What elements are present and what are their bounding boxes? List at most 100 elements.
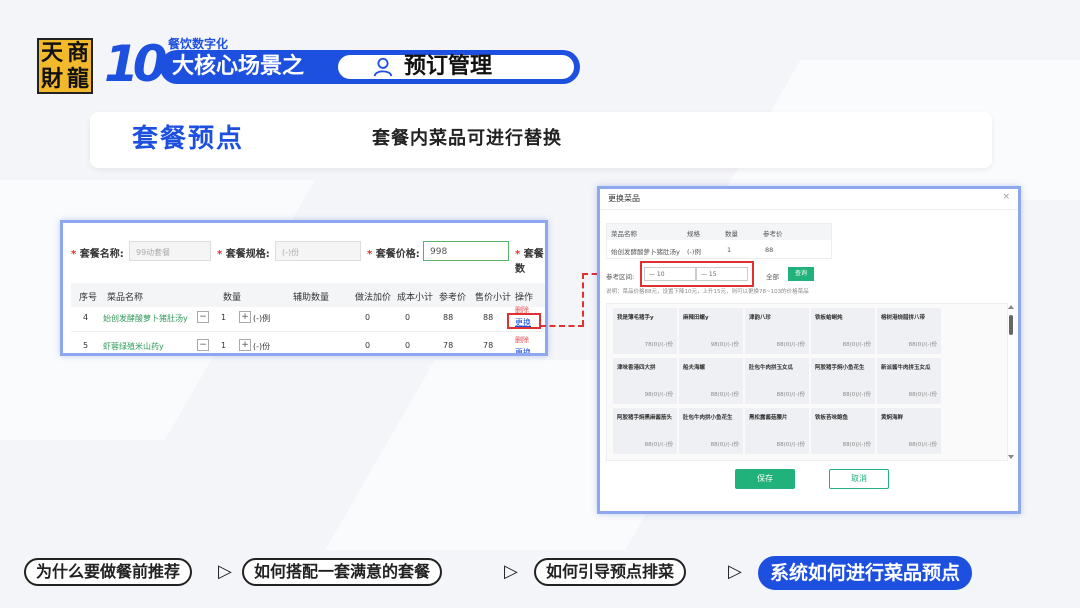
nav-step-1[interactable]: 为什么要做餐前推荐: [24, 558, 193, 586]
quantity-value[interactable]: 1: [221, 341, 226, 350]
dish-price: 88(0)/(-)份: [776, 342, 805, 348]
dish-card[interactable]: 黑松露酱菇腰片 88(0)/(-)份: [745, 408, 809, 454]
cost-subtotal: 0: [405, 341, 411, 350]
dish-name: 阿胶猪手焖黑麻酱筋头: [617, 415, 673, 421]
column-header: 操作: [515, 293, 534, 303]
nav-step-4[interactable]: 系统如何进行菜品预点: [758, 556, 973, 590]
cancel-button[interactable]: 取消: [829, 469, 889, 489]
dish-name: 津韵八珍: [749, 315, 772, 321]
dish-card[interactable]: 阿胶猪手焖黑麻酱筋头 88(0)/(-)份: [613, 408, 677, 454]
dish-price: 88(0)/(-)份: [908, 392, 937, 398]
arrow-right-icon: ▷: [218, 561, 232, 582]
dish-card[interactable]: 黄焖海鲜 88(0)/(-)份: [877, 408, 941, 454]
dish-card[interactable]: 榕树港烧腊拼八带 88(0)/(-)份: [877, 308, 941, 354]
dish-name-link[interactable]: 虾蓉绿殖米山药y: [103, 341, 164, 352]
save-button[interactable]: 保存: [735, 469, 795, 489]
field-label-package-spec: * 套餐规格:: [217, 249, 270, 260]
nav-step-3[interactable]: 如何引导预点排菜: [534, 558, 687, 586]
dish-price: 88(0)/(-)份: [644, 442, 673, 448]
dish-price: 88(0)/(-)份: [842, 342, 871, 348]
dish-name: 津味香港四大拼: [617, 365, 656, 371]
connector-line: [582, 273, 584, 326]
dish-price: 98(0)/(-)份: [710, 342, 739, 348]
query-button[interactable]: 查询: [788, 267, 814, 281]
column-header: 序号: [79, 293, 98, 303]
dish-price: 78(0)/(-)份: [644, 342, 673, 348]
close-icon[interactable]: ×: [1002, 192, 1010, 202]
dish-card[interactable]: 麻辣田螺y 98(0)/(-)份: [679, 308, 743, 354]
column-header: 做法加价: [355, 293, 392, 303]
sale-subtotal: 88: [483, 313, 494, 322]
column-header: 菜品名称: [107, 293, 144, 303]
table-cell: 88: [765, 246, 774, 254]
logo-char: 財: [40, 66, 63, 92]
highlight-box: [640, 261, 754, 287]
extra-price: 0: [365, 341, 371, 350]
dish-card[interactable]: 津味香港四大拼 98(0)/(-)份: [613, 358, 677, 404]
hint-text: 说明：菜品价格88元，设置下降10元，上升15元，则可以更换78~103的价格菜…: [606, 289, 809, 295]
dish-price: 88(0)/(-)份: [710, 442, 739, 448]
delete-link[interactable]: 删除: [515, 335, 529, 345]
dish-name: 榕树港烧腊拼八带: [881, 315, 926, 321]
replace-dish-dialog: 更换菜品 × 菜品名称 规格 数量 参考价 始创发酵酸萝卜猪肚汤y (-)例 1…: [597, 186, 1021, 514]
highlight-box: [507, 313, 541, 329]
range-label: 参考区间:: [606, 273, 635, 281]
sale-subtotal: 78: [483, 341, 494, 350]
header-tag: 餐饮数字化: [168, 37, 229, 51]
dish-name: 黑松露酱菇腰片: [749, 415, 788, 421]
package-spec-input[interactable]: (-)份: [275, 241, 361, 261]
field-label-package-count: * 套餐数: [515, 249, 544, 275]
dish-price: 88(0)/(-)份: [710, 392, 739, 398]
dish-price: 98(0)/(-)份: [644, 392, 673, 398]
column-header: 参考价: [439, 293, 467, 303]
dish-card[interactable]: 铁板蛤蜊炖 88(0)/(-)份: [811, 308, 875, 354]
dish-price: 88(0)/(-)份: [776, 392, 805, 398]
decrement-button[interactable]: −: [197, 311, 209, 323]
column-header: 辅助数量: [293, 293, 330, 303]
unit-text: (-)份: [253, 342, 271, 351]
increment-button[interactable]: +: [239, 311, 251, 323]
dish-name: 麻辣田螺y: [683, 315, 709, 321]
brand-logo: 天 商 財 龍: [37, 38, 93, 94]
dish-name-link[interactable]: 始创发酵酸萝卜猪肚汤y: [103, 313, 188, 324]
row-number: 5: [83, 341, 89, 350]
package-detail-panel: * 套餐名称: 99动套餐 * 套餐规格: (-)份 * 套餐价格: 998 *…: [60, 220, 548, 356]
dish-name: 阿胶猪手焖小鱼花生: [815, 365, 865, 371]
column-header: 数量: [725, 230, 738, 238]
logo-char: 商: [66, 40, 89, 66]
reference-price: 88: [443, 313, 454, 322]
package-price-input[interactable]: 998: [423, 241, 509, 261]
quantity-value[interactable]: 1: [221, 313, 226, 322]
unit-text: (-)例: [253, 314, 271, 323]
column-header: 菜品名称: [611, 230, 637, 238]
arrow-right-icon: ▷: [504, 561, 518, 582]
column-header: 参考价: [763, 230, 783, 238]
divider: [600, 209, 1018, 210]
scrollbar[interactable]: [1008, 305, 1014, 461]
dish-card[interactable]: 肚包牛肉拼玉女瓜 88(0)/(-)份: [745, 358, 809, 404]
logo-char: 龍: [66, 66, 89, 92]
column-header: 数量: [223, 293, 242, 303]
dish-card[interactable]: 新派酱牛肉拼玉女瓜 88(0)/(-)份: [877, 358, 941, 404]
dish-price: 88(0)/(-)份: [908, 342, 937, 348]
nav-step-2[interactable]: 如何搭配一套满意的套餐: [242, 558, 443, 586]
dish-card[interactable]: 阿胶猪手焖小鱼花生 88(0)/(-)份: [811, 358, 875, 404]
decrement-button[interactable]: −: [197, 339, 209, 351]
dish-price: 88(0)/(-)份: [776, 442, 805, 448]
dish-card[interactable]: 肚包牛肉拼小鱼花生 88(0)/(-)份: [679, 408, 743, 454]
section-description: 套餐内菜品可进行替换: [372, 128, 562, 149]
replace-link[interactable]: 更换: [515, 347, 531, 353]
package-name-input[interactable]: 99动套餐: [129, 241, 211, 261]
increment-button[interactable]: +: [239, 339, 251, 351]
dish-name: 我是薄毛猪手y: [617, 315, 654, 321]
connector-line: [540, 325, 584, 327]
dish-card[interactable]: 船夫海螺 88(0)/(-)份: [679, 358, 743, 404]
column-header: 售价小计: [475, 293, 512, 303]
dish-grid: 我是薄毛猪手y 78(0)/(-)份 麻辣田螺y 98(0)/(-)份 津韵八珍 88…: [606, 303, 1008, 461]
dish-card[interactable]: 铁板苔味鲍鱼 88(0)/(-)份: [811, 408, 875, 454]
all-filter[interactable]: 全部: [766, 271, 779, 281]
dish-card[interactable]: 津韵八珍 88(0)/(-)份: [745, 308, 809, 354]
dish-card[interactable]: 我是薄毛猪手y 78(0)/(-)份: [613, 308, 677, 354]
extra-price: 0: [365, 313, 371, 322]
cost-subtotal: 0: [405, 313, 411, 322]
